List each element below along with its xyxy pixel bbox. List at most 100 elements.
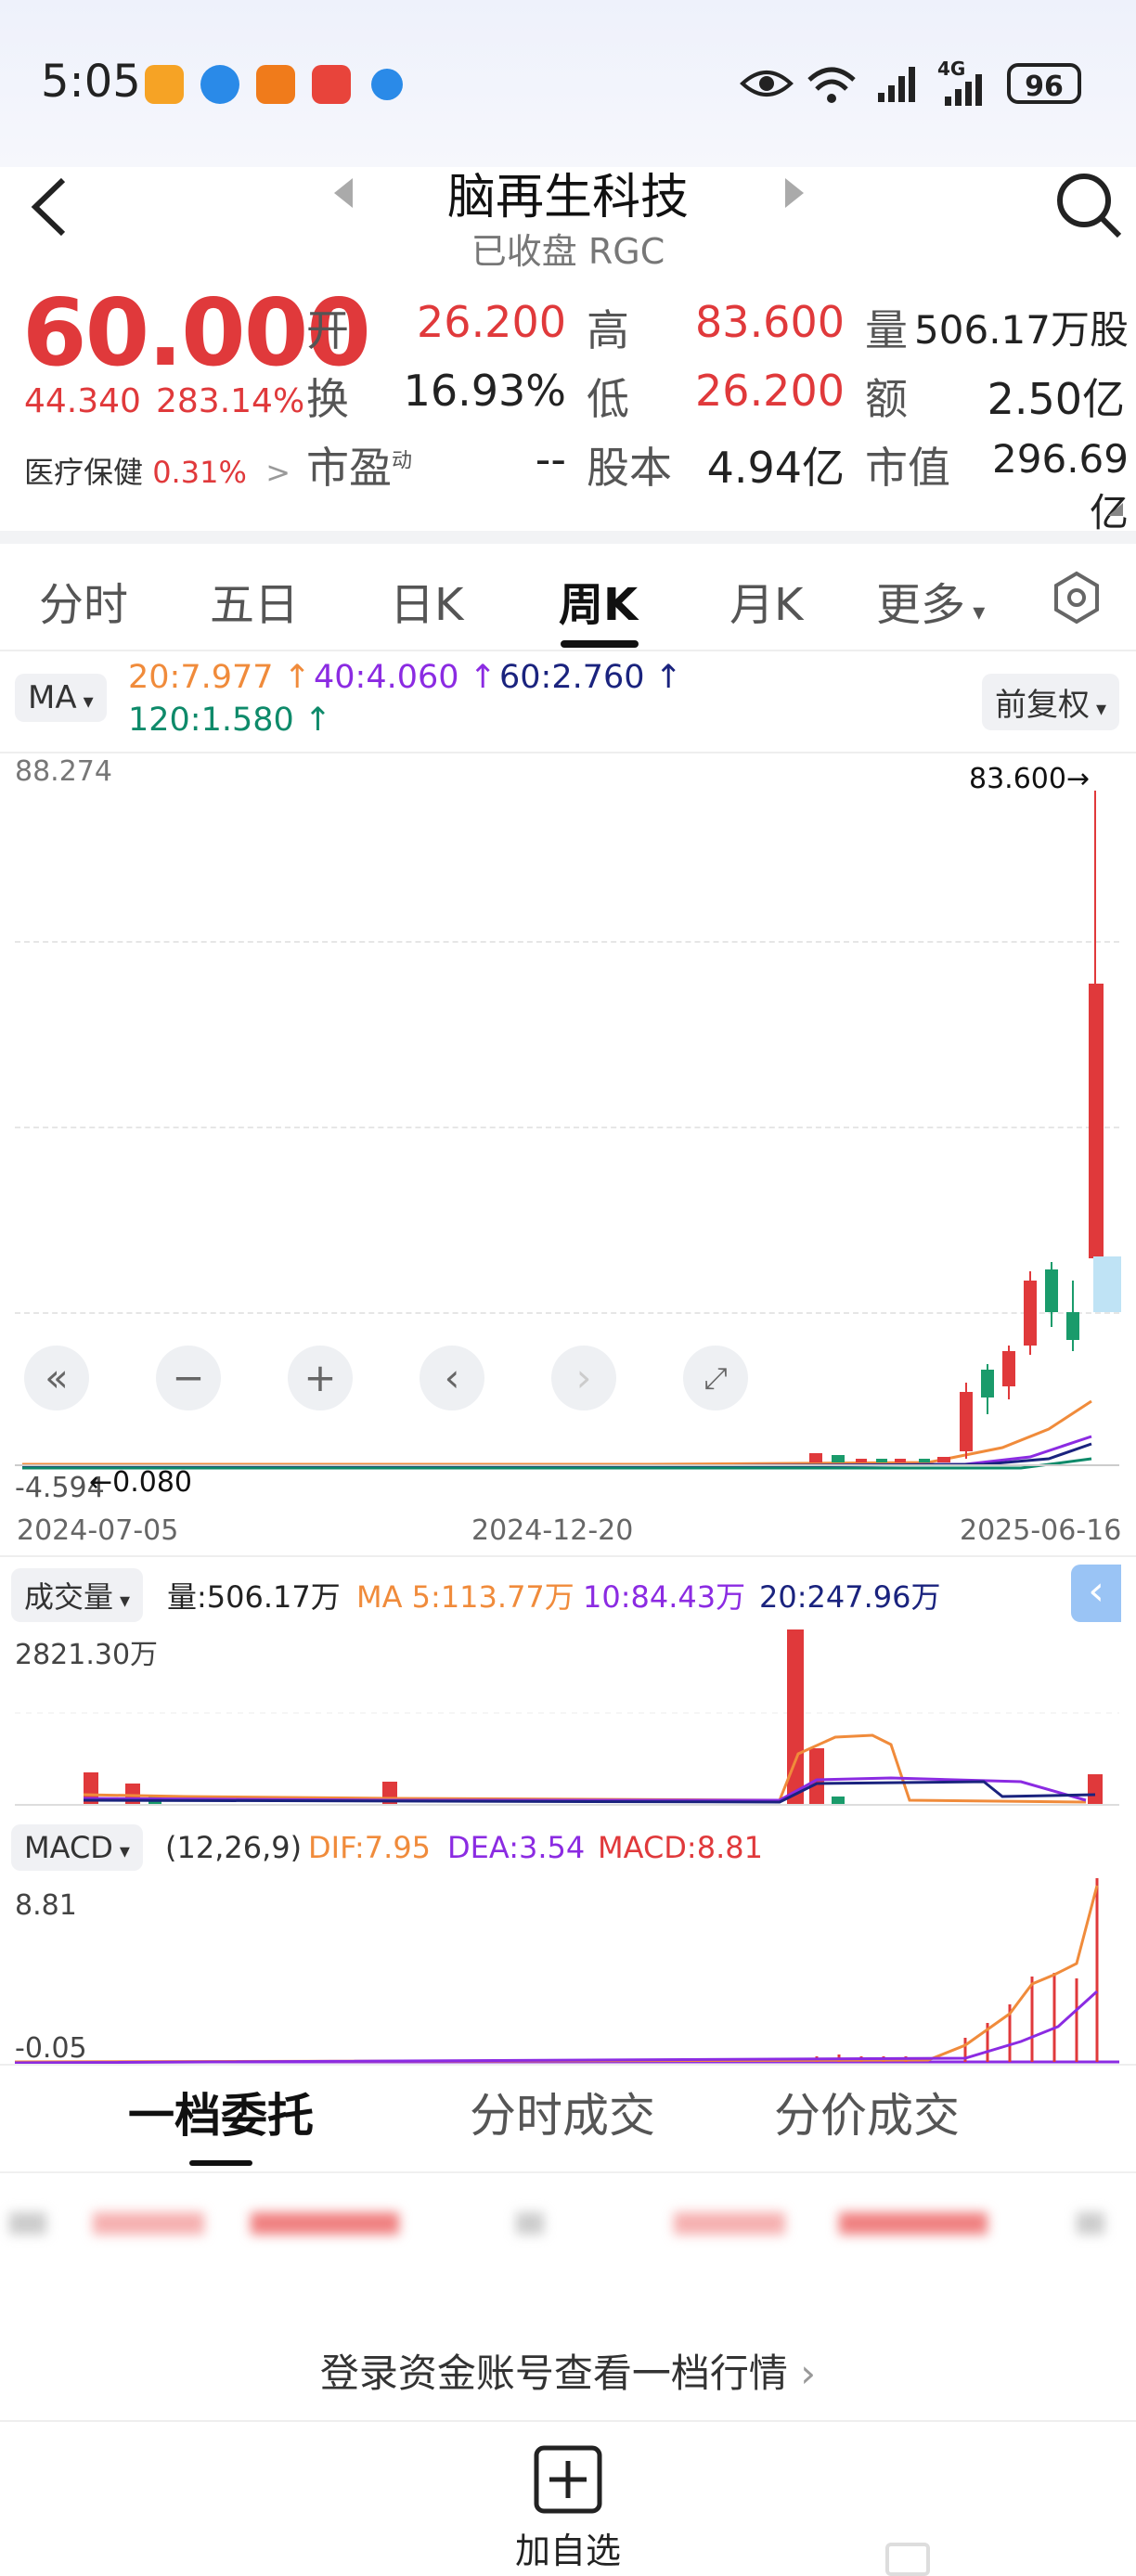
divider	[0, 2171, 1136, 2173]
volume-readout: 量:506.17万	[167, 1579, 341, 1615]
x-axis-label-start: 2024-07-05	[17, 1514, 179, 1547]
ma-selector[interactable]: MA ▾	[15, 674, 107, 722]
candle	[1045, 1269, 1058, 1312]
macd-params: (12,26,9)	[165, 1830, 303, 1865]
blurred-order-book	[0, 2181, 1136, 2366]
volume-ma10: 10:84.43万	[583, 1579, 746, 1615]
zoom-in-button[interactable]: +	[288, 1346, 353, 1410]
candle	[981, 1370, 994, 1397]
app-notification-icon-4	[371, 69, 403, 100]
ma20-legend: 20:7.977 ↑	[128, 659, 311, 696]
status-time: 5:05	[41, 56, 141, 108]
tab-more[interactable]: 更多 ▾	[876, 568, 985, 633]
volume-label: 量	[865, 305, 908, 355]
chart-top-divider	[0, 752, 1136, 753]
tab-divider	[0, 650, 1136, 651]
scroll-left-button[interactable]: ‹	[420, 1346, 484, 1410]
ma120-legend: 120:1.580 ↑	[128, 702, 332, 739]
candle	[1066, 1312, 1079, 1340]
signal-icon-2	[945, 74, 982, 106]
x-axis-label-mid: 2024-12-20	[471, 1514, 634, 1547]
tab-level1-orders[interactable]: 一档委托	[128, 2079, 314, 2145]
high-value: 83.600	[695, 297, 845, 347]
search-icon[interactable]	[1054, 171, 1125, 245]
sector-name: 医疗保健	[24, 455, 144, 490]
mktcap-label: 市值	[865, 443, 950, 493]
volume-indicator-selector[interactable]: 成交量 ▾	[11, 1568, 144, 1622]
tab-daily-k[interactable]: 日K	[390, 568, 463, 633]
candle	[832, 1455, 845, 1462]
browser-notification-icon	[200, 65, 239, 104]
battery-indicator: 96	[1007, 63, 1081, 104]
price-change-pct: 283.14%	[156, 382, 305, 420]
current-candle-highlight	[1093, 1256, 1121, 1312]
volume-ma20: 20:247.96万	[759, 1579, 941, 1615]
x-axis-label-end: 2025-06-16	[960, 1514, 1122, 1547]
low-label: 低	[587, 374, 629, 424]
candle	[919, 1459, 930, 1462]
signal-icon	[878, 67, 915, 102]
price-change: 44.340	[24, 382, 141, 420]
macd-value: MACD:8.81	[598, 1830, 763, 1865]
candle	[1089, 984, 1104, 1258]
add-icon[interactable]	[531, 2442, 605, 2520]
candle	[809, 1453, 822, 1462]
amount-value: 2.50亿	[987, 374, 1125, 424]
scroll-right-button[interactable]: ›	[551, 1346, 616, 1410]
sector-link[interactable]: 医疗保健 0.31% >	[24, 449, 290, 492]
collapse-panel-button[interactable]: ‹	[1071, 1565, 1121, 1622]
chart-baseline	[15, 1464, 1119, 1466]
turnover-label: 换	[306, 374, 349, 424]
candle	[895, 1459, 906, 1462]
fullscreen-button[interactable]: ⤢	[683, 1346, 748, 1410]
macd-dea: DEA:3.54	[447, 1830, 586, 1865]
tab-five-day[interactable]: 五日	[210, 568, 299, 633]
divider	[0, 2420, 1136, 2422]
amount-label: 额	[865, 374, 908, 424]
tab-monthly-k[interactable]: 月K	[729, 568, 803, 633]
high-label: 高	[587, 305, 629, 355]
adjust-selector[interactable]: 前复权 ▾	[982, 674, 1120, 730]
candle	[856, 1459, 867, 1462]
candle	[937, 1457, 950, 1462]
add-watchlist-button[interactable]: 加自选	[0, 2522, 1136, 2573]
stock-name: 脑再生科技	[446, 170, 689, 225]
settings-icon[interactable]	[1049, 570, 1104, 629]
volume-chart	[15, 1629, 1119, 1804]
login-prompt-link[interactable]: 登录资金账号查看一档行情 ›	[0, 2342, 1136, 2399]
ma20-line	[22, 1399, 1092, 1466]
divider	[0, 531, 1136, 544]
pe-value: --	[535, 434, 566, 484]
shares-value: 4.94亿	[706, 443, 845, 493]
volume-baseline	[15, 1804, 1119, 1806]
nav-handle-icon	[885, 2543, 930, 2576]
sector-change: 0.31%	[152, 455, 247, 490]
open-label: 开	[306, 305, 349, 355]
zoom-out-button[interactable]: −	[156, 1346, 221, 1410]
candlestick-chart[interactable]	[0, 761, 1136, 1522]
scroll-left-fast-button[interactable]: «	[24, 1346, 89, 1410]
app-notification-icon	[145, 65, 184, 104]
app-notification-icon-3	[312, 65, 351, 104]
candle	[1024, 1281, 1037, 1346]
active-bottom-tab-indicator	[189, 2160, 252, 2166]
volume-value: 506.17万股	[914, 307, 1129, 353]
low-value: 26.200	[695, 366, 845, 416]
ma40-legend: 40:4.060 ↑	[314, 659, 497, 696]
mktcap-value: 296.69亿	[992, 436, 1129, 535]
expand-corner-icon[interactable]	[1104, 501, 1125, 518]
candle	[876, 1459, 887, 1462]
app-notification-icon-2	[256, 65, 295, 104]
open-value: 26.200	[417, 297, 566, 347]
tab-weekly-k[interactable]: 周K	[559, 568, 638, 633]
macd-indicator-selector[interactable]: MACD ▾	[11, 1824, 143, 1871]
turnover-value: 16.93%	[403, 366, 566, 416]
tab-intraday[interactable]: 分时	[39, 568, 128, 633]
tab-time-trades[interactable]: 分时成交	[470, 2079, 655, 2145]
active-tab-indicator	[561, 640, 639, 648]
eye-icon	[740, 71, 794, 97]
macd-dif: DIF:7.95	[308, 1830, 432, 1865]
market-status: 已收盘 RGC	[471, 231, 665, 272]
candle	[960, 1392, 973, 1451]
tab-price-trades[interactable]: 分价成交	[774, 2079, 960, 2145]
